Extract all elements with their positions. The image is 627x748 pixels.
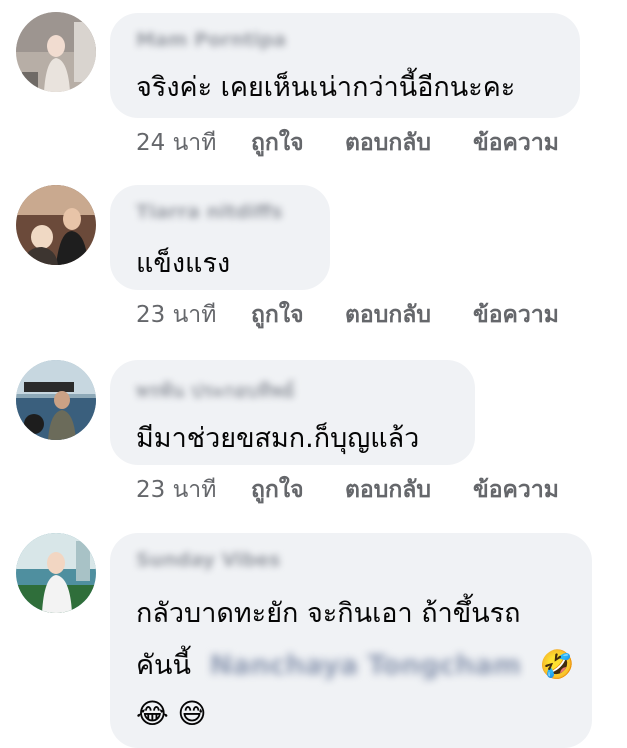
avatar[interactable]	[16, 185, 96, 265]
mention-link[interactable]: Nanchaya Tongcham	[210, 650, 521, 681]
avatar[interactable]	[16, 533, 96, 613]
sweat-smile-emoji-icon: 😅	[177, 697, 207, 730]
commenter-name[interactable]: Mam Porntipa	[136, 29, 286, 51]
timestamp[interactable]: 24 นาที	[136, 125, 216, 161]
message-button[interactable]: ข้อความ	[473, 472, 559, 508]
comment-text-line-2: คันนี้ Nanchaya Tongcham 🤣	[136, 643, 574, 686]
comment-bubble: พรพัน ประกอบทิพย์ มีมาช่วยขสมก.ก็บุญแล้ว	[110, 360, 475, 465]
comment-text: มีมาช่วยขสมก.ก็บุญแล้ว	[136, 423, 420, 454]
timestamp[interactable]: 23 นาที	[136, 472, 216, 508]
message-button[interactable]: ข้อความ	[473, 125, 559, 161]
comment-emoji-line: 😂 😅	[136, 697, 207, 730]
rolling-laughing-emoji-icon: 🤣	[539, 648, 575, 681]
commenter-name[interactable]: Tiarra nitdiffs	[136, 201, 282, 223]
comment-text: แข็งแรง	[136, 248, 231, 279]
like-button[interactable]: ถูกใจ	[251, 472, 304, 508]
like-button[interactable]: ถูกใจ	[251, 297, 304, 333]
reply-button[interactable]: ตอบกลับ	[345, 472, 431, 508]
avatar[interactable]	[16, 360, 96, 440]
commenter-name[interactable]: Sunday Vibes	[136, 549, 280, 571]
comment-text-line-1: กลัวบาดทะยัก จะกินเอา ถ้าขึ้นรถ	[136, 598, 521, 629]
like-button[interactable]: ถูกใจ	[251, 125, 304, 161]
tears-of-joy-emoji-icon: 😂	[136, 697, 169, 730]
message-button[interactable]: ข้อความ	[473, 297, 559, 333]
reply-button[interactable]: ตอบกลับ	[345, 297, 431, 333]
commenter-name[interactable]: พรพัน ประกอบทิพย์	[136, 376, 295, 402]
reply-button[interactable]: ตอบกลับ	[345, 125, 431, 161]
comment-bubble: Sunday Vibes กลัวบาดทะยัก จะกินเอา ถ้าขึ…	[110, 533, 592, 748]
comment-bubble: Mam Porntipa จริงค่ะ เคยเห็นเน่ากว่านี้อ…	[110, 13, 580, 118]
timestamp[interactable]: 23 นาที	[136, 297, 216, 333]
comment-text: คันนี้	[136, 650, 191, 681]
avatar[interactable]	[16, 12, 96, 92]
comment-text: จริงค่ะ เคยเห็นเน่ากว่านี้อีกนะคะ	[136, 72, 516, 103]
comment-bubble: Tiarra nitdiffs แข็งแรง	[110, 185, 330, 290]
